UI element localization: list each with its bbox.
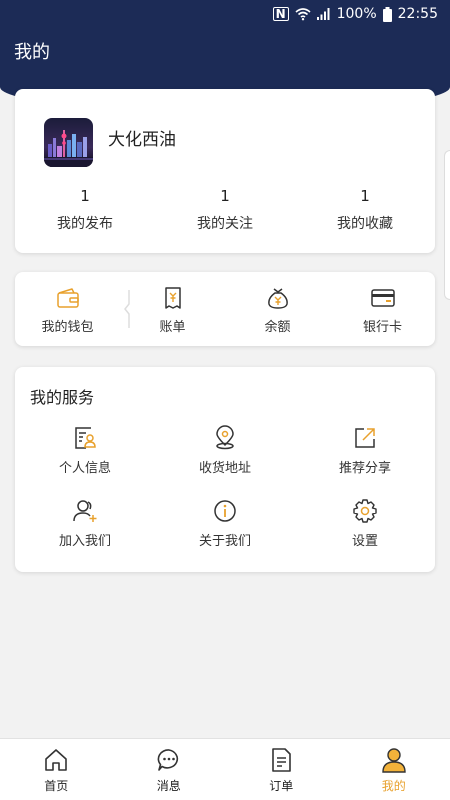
personal-info-icon bbox=[75, 427, 96, 449]
services-grid: 个人信息 收货地址 推荐分享 加入我们 关于我们 设置 bbox=[15, 425, 435, 549]
service-label: 设置 bbox=[351, 534, 378, 549]
finance-label: 账单 bbox=[159, 320, 186, 335]
stat-label: 我的收藏 bbox=[337, 216, 393, 232]
stat-label: 我的发布 bbox=[57, 216, 113, 232]
nav-label: 我的 bbox=[381, 779, 406, 793]
stat-count: 1 bbox=[360, 187, 370, 205]
chat-icon bbox=[157, 749, 178, 771]
nav-label: 订单 bbox=[269, 779, 294, 793]
bottom-nav: 首页 消息 订单 我的 bbox=[0, 738, 450, 800]
service-settings[interactable]: 设置 bbox=[295, 498, 435, 549]
finance-item-wallet[interactable]: 我的钱包 bbox=[15, 272, 120, 346]
battery-percent: 100% bbox=[336, 6, 377, 22]
stat-count: 1 bbox=[80, 187, 90, 205]
signal-icon bbox=[316, 8, 330, 20]
bank-card-icon bbox=[370, 289, 395, 307]
page-title: 我的 bbox=[14, 42, 50, 63]
services-card: 我的服务 个人信息 收货地址 推荐分享 加入我们 关于我们 设置 bbox=[15, 367, 435, 572]
nav-messages[interactable]: 消息 bbox=[113, 739, 226, 800]
stat-count: 1 bbox=[220, 187, 230, 205]
profile-stats: 1 我的发布 1 我的关注 1 我的收藏 bbox=[15, 187, 435, 233]
avatar[interactable] bbox=[44, 118, 93, 167]
order-icon bbox=[272, 748, 292, 772]
nav-home[interactable]: 首页 bbox=[0, 739, 113, 800]
status-bar: N 100% 22:55 bbox=[0, 0, 450, 28]
add-user-icon bbox=[73, 500, 97, 522]
money-bag-icon bbox=[267, 288, 288, 309]
profile-card: 大化西油 1 我的发布 1 我的关注 1 我的收藏 bbox=[15, 89, 435, 253]
bill-icon bbox=[164, 287, 181, 309]
nav-mine[interactable]: 我的 bbox=[338, 739, 450, 800]
slide-handle-icon bbox=[124, 290, 130, 328]
finance-item-balance[interactable]: 余额 bbox=[225, 272, 330, 346]
clock: 22:55 bbox=[397, 6, 438, 22]
service-label: 收货地址 bbox=[198, 461, 251, 476]
stat-my-posts[interactable]: 1 我的发布 bbox=[15, 187, 155, 233]
nfc-icon: N bbox=[272, 7, 289, 21]
home-icon bbox=[45, 749, 68, 771]
finance-label: 我的钱包 bbox=[41, 320, 94, 335]
nav-label: 首页 bbox=[44, 779, 69, 793]
stat-my-favorites[interactable]: 1 我的收藏 bbox=[295, 187, 435, 233]
service-label: 关于我们 bbox=[198, 534, 251, 549]
user-icon bbox=[382, 748, 406, 773]
gear-icon bbox=[353, 499, 377, 523]
finance-label: 余额 bbox=[264, 320, 291, 335]
share-icon bbox=[355, 428, 375, 448]
finance-item-bank-card[interactable]: 银行卡 bbox=[330, 272, 435, 346]
stat-my-follows[interactable]: 1 我的关注 bbox=[155, 187, 295, 233]
service-join-us[interactable]: 加入我们 bbox=[15, 498, 155, 549]
wifi-icon bbox=[295, 8, 311, 21]
service-shipping-address[interactable]: 收货地址 bbox=[155, 425, 295, 476]
location-icon bbox=[216, 425, 234, 450]
finance-card: 我的钱包 账单 余额 银行卡 bbox=[15, 272, 435, 346]
info-icon bbox=[214, 500, 236, 522]
services-title: 我的服务 bbox=[30, 388, 95, 407]
service-about-us[interactable]: 关于我们 bbox=[155, 498, 295, 549]
service-personal-info[interactable]: 个人信息 bbox=[15, 425, 155, 476]
nav-orders[interactable]: 订单 bbox=[225, 739, 338, 800]
edge-scroll-tab[interactable] bbox=[444, 150, 450, 300]
service-recommend-share[interactable]: 推荐分享 bbox=[295, 425, 435, 476]
finance-label: 银行卡 bbox=[362, 320, 402, 335]
finance-item-bill[interactable]: 账单 bbox=[120, 272, 225, 346]
service-label: 个人信息 bbox=[58, 461, 111, 476]
stat-label: 我的关注 bbox=[197, 216, 253, 232]
username[interactable]: 大化西油 bbox=[108, 125, 176, 150]
battery-icon bbox=[382, 6, 392, 22]
nav-label: 消息 bbox=[156, 779, 181, 793]
wallet-icon bbox=[56, 288, 79, 308]
service-label: 推荐分享 bbox=[338, 461, 391, 476]
service-label: 加入我们 bbox=[58, 534, 111, 549]
